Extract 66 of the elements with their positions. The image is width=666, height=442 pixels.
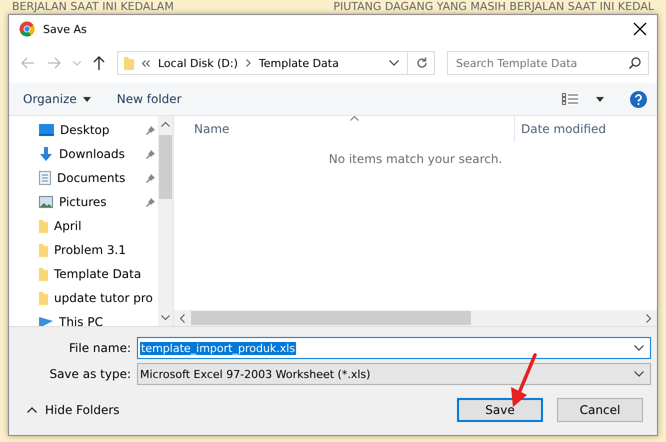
scroll-left-icon[interactable] — [180, 314, 185, 322]
organize-button[interactable]: Organize — [19, 90, 95, 108]
sidebar-item[interactable]: Desktop — [9, 118, 158, 142]
computer-icon — [39, 316, 53, 326]
new-folder-button[interactable]: New folder — [112, 90, 186, 108]
picture-icon — [39, 196, 53, 208]
sidebar-item[interactable]: April — [9, 214, 158, 238]
window-title: Save As — [43, 22, 87, 36]
sidebar-item[interactable]: Pictures — [9, 190, 158, 214]
save-type-dropdown[interactable]: Microsoft Excel 97-2003 Worksheet (*.xls) — [137, 363, 651, 385]
search-field[interactable]: Search Template Data — [447, 51, 649, 75]
caret-icon[interactable] — [596, 96, 604, 102]
folder-icon — [39, 291, 48, 305]
browser-icon — [19, 21, 35, 37]
field-label: Save as type: — [48, 367, 131, 381]
hide-folders-button[interactable]: Hide Folders — [21, 402, 126, 418]
breadcrumb[interactable]: Template Data — [258, 56, 339, 70]
address-bar[interactable]: Local Disk (D:) Template Data — [117, 51, 435, 75]
refresh-icon[interactable] — [416, 57, 428, 69]
sidebar-item[interactable]: Problem 3.1 — [9, 238, 158, 262]
pin-icon[interactable] — [146, 173, 156, 183]
scroll-up-icon[interactable] — [161, 122, 170, 127]
sidebar-item[interactable]: Downloads — [9, 142, 158, 166]
horizontal-scrollbar[interactable] — [174, 310, 657, 326]
empty-message: No items match your search. — [328, 152, 504, 166]
sort-caret-icon — [350, 116, 359, 121]
sidebar-item[interactable]: This PC — [9, 310, 158, 326]
chevron-right-icon — [246, 59, 251, 67]
desktop-icon — [39, 124, 54, 136]
overflow-chevron-icon[interactable] — [142, 60, 150, 66]
scroll-right-icon[interactable] — [646, 314, 651, 322]
up-arrow-icon[interactable] — [93, 56, 105, 70]
view-options-icon[interactable] — [562, 93, 578, 105]
folder-icon — [39, 219, 48, 233]
caret-icon — [82, 96, 91, 102]
caret-up-icon — [27, 407, 37, 413]
breadcrumb[interactable]: Local Disk (D:) — [158, 56, 238, 70]
dropdown-caret-icon[interactable] — [634, 345, 644, 351]
background-heading: BERJALAN SAAT INI KEDALAM — [12, 0, 174, 12]
folder-icon — [124, 56, 134, 70]
scroll-thumb[interactable] — [191, 311, 471, 325]
pin-icon[interactable] — [146, 125, 156, 135]
background-heading: PIUTANG DAGANG YANG MASIH BERJALAN SAAT INI KEDAL — [333, 0, 654, 12]
column-header[interactable]: Date modified — [515, 116, 606, 142]
search-icon — [629, 57, 641, 69]
pin-icon[interactable] — [146, 197, 156, 207]
folder-icon — [39, 243, 48, 257]
sidebar-item[interactable]: update tutor pro — [9, 286, 158, 310]
scroll-down-icon[interactable] — [161, 315, 170, 320]
dropdown-caret-icon[interactable] — [634, 371, 644, 377]
help-icon[interactable] — [630, 90, 647, 108]
scroll-thumb[interactable] — [159, 135, 172, 199]
sidebar-item[interactable]: Template Data — [9, 262, 158, 286]
file-name-field[interactable]: template_import_produk.xls — [137, 337, 651, 359]
vertical-scrollbar[interactable] — [158, 116, 173, 326]
save-button[interactable]: Save — [457, 398, 543, 422]
field-label: File name: — [68, 341, 131, 355]
pin-icon[interactable] — [146, 149, 156, 159]
close-icon[interactable] — [633, 22, 647, 36]
document-icon — [39, 171, 51, 185]
download-arrow-icon — [39, 147, 53, 161]
column-header[interactable]: Name — [174, 116, 515, 142]
cancel-button[interactable]: Cancel — [557, 398, 643, 422]
sidebar-item[interactable]: Documents — [9, 166, 158, 190]
folder-icon — [39, 267, 48, 281]
dropdown-caret-icon[interactable] — [389, 60, 399, 66]
